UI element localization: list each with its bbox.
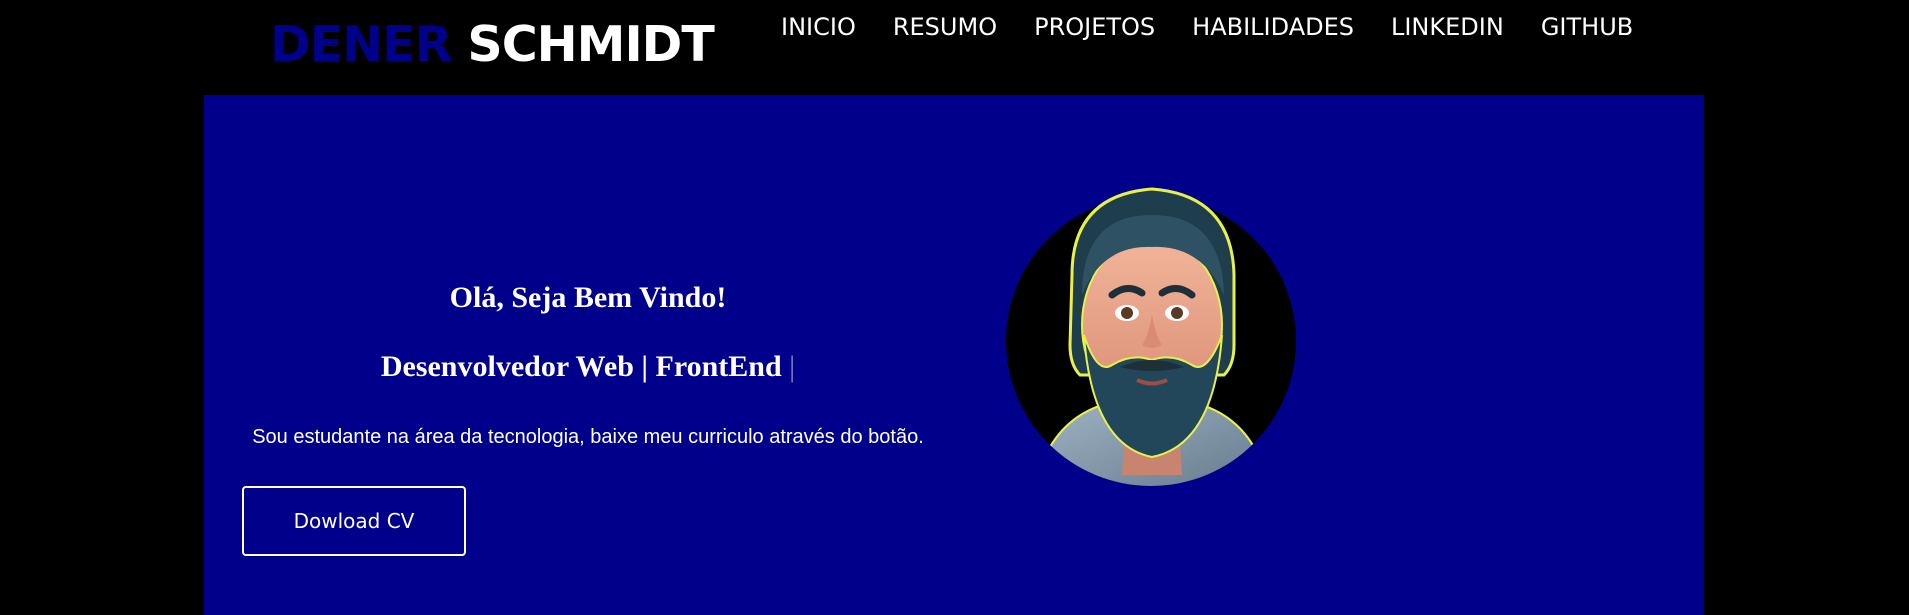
hero-role: Desenvolvedor Web | FrontEnd | [204, 350, 972, 384]
typing-cursor: | [789, 350, 796, 383]
hero-role-text: Desenvolvedor Web | FrontEnd [380, 350, 782, 383]
nav-linkedin[interactable]: LINKEDIN [1391, 10, 1504, 44]
nav-projetos[interactable]: PROJETOS [1034, 10, 1155, 44]
nav-resumo[interactable]: RESUMO [893, 10, 997, 44]
avatar [1006, 187, 1296, 486]
logo-first-name: DENER [270, 16, 452, 73]
hero-greeting: Olá, Seja Bem Vindo! [449, 281, 727, 314]
logo-last-name: SCHMIDT [467, 16, 714, 73]
main-nav: INICIO RESUMO PROJETOS HABILIDADES LINKE… [781, 10, 1670, 44]
hero-section: Olá, Seja Bem Vindo! Desenvolvedor Web |… [204, 95, 1704, 615]
nav-github[interactable]: GITHUB [1541, 10, 1633, 44]
download-cv-button[interactable]: Dowload CV [242, 486, 466, 556]
hero-description: Sou estudante na área da tecnologia, bai… [252, 426, 924, 448]
nav-inicio[interactable]: INICIO [781, 10, 856, 44]
nav-habilidades[interactable]: HABILIDADES [1192, 10, 1354, 44]
site-logo[interactable]: DENER SCHMIDT [270, 14, 715, 76]
